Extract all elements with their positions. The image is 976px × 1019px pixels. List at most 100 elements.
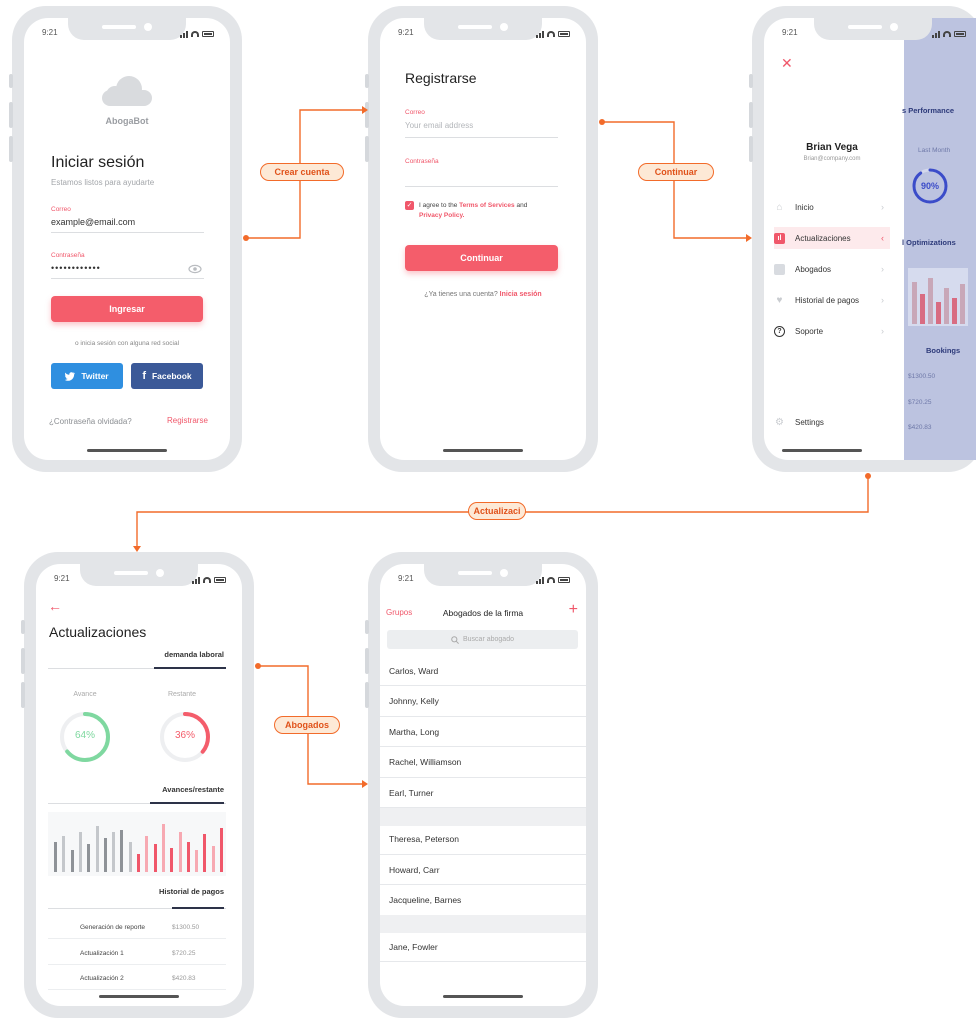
lawyer-name: Martha, Long — [389, 726, 440, 737]
register-link[interactable]: Registrarse — [167, 416, 208, 425]
search-placeholder: Buscar abogado — [463, 636, 514, 643]
chart-bar — [95, 826, 99, 872]
lawyer-row[interactable]: Johnny, Kelly — [380, 687, 586, 717]
flow-canvas: 9:21 AbogaBot Iniciar sesión Estamos lis… — [0, 0, 976, 1019]
chart-bar — [128, 842, 132, 872]
lawyer-row[interactable]: Theresa, Peterson — [380, 825, 586, 855]
menu-item-settings[interactable]: ⚙ Settings — [774, 411, 890, 433]
social-hint: o inicia sesión con alguna red social — [74, 340, 180, 347]
payment-row[interactable]: Actualización 2 $420.83 — [48, 966, 226, 990]
facebook-icon: f — [142, 370, 146, 382]
chart-bar — [62, 836, 66, 872]
menu-item-actualizaciones[interactable]: ıl Actualizaciones ‹ — [774, 227, 890, 249]
chart-bar — [78, 832, 82, 872]
overlay-performance: s Performance — [902, 106, 955, 115]
chart-icon: ıl — [774, 232, 785, 244]
email-field[interactable]: example@email.com — [51, 217, 135, 227]
terms-link[interactable]: Terms of Services — [459, 202, 515, 209]
menu-item-abogados[interactable]: Abogados › — [774, 258, 890, 280]
payment-name: Actualización 2 — [80, 975, 124, 982]
password-label: Contraseña — [405, 158, 439, 165]
search-input[interactable]: Buscar abogado — [387, 630, 578, 649]
tab-demanda[interactable]: demanda laboral — [164, 650, 224, 659]
battery-icon — [558, 577, 570, 583]
back-arrow-icon[interactable]: ← — [48, 598, 62, 614]
payment-amount: $720.25 — [172, 950, 196, 957]
home-indicator — [443, 449, 523, 452]
menu-item-label: Soporte — [795, 326, 824, 336]
tab-indicator — [154, 667, 226, 669]
add-icon[interactable]: + — [569, 602, 578, 618]
payment-row[interactable]: Actualización 1 $720.25 — [48, 941, 226, 965]
payment-name: Generación de reporte — [80, 924, 146, 931]
cloud-logo-icon — [102, 76, 152, 106]
terms-and: and — [516, 202, 528, 209]
tab-avances[interactable]: Avances/restante — [162, 785, 224, 794]
tab-historial[interactable]: Historial de pagos — [159, 887, 224, 896]
dashboard-overlay[interactable]: s Performance Last Month 90% l Optimizat… — [902, 18, 976, 460]
menu-item-historial[interactable]: ♥ Historial de pagos › — [774, 289, 890, 311]
lawyer-row[interactable]: Rachel, Williamson — [380, 748, 586, 778]
phone-register: 9:21 Registrarse Correo Your email addre… — [365, 6, 598, 472]
battery-icon — [558, 31, 570, 37]
overlay-amount: $1300.50 — [908, 373, 936, 380]
chart-bar — [161, 824, 165, 872]
avance-value: 64% — [74, 730, 95, 741]
signal-icon — [536, 576, 544, 584]
close-icon[interactable]: ✕ — [781, 56, 793, 70]
home-indicator — [782, 449, 862, 452]
chart-bar — [203, 834, 207, 872]
twitter-button[interactable]: Twitter — [51, 363, 123, 389]
lawyer-row[interactable]: Martha, Long — [380, 717, 586, 747]
home-indicator — [443, 995, 523, 998]
chart-bar — [170, 848, 174, 872]
battery-icon — [954, 31, 966, 37]
wifi-icon — [547, 31, 555, 37]
email-input[interactable]: Your email address — [405, 121, 473, 130]
overlay-ring-value: 90% — [920, 181, 939, 191]
login-button[interactable]: Ingresar — [51, 296, 203, 322]
facebook-label: Facebook — [151, 371, 192, 381]
lawyer-name: Carlos, Ward — [389, 665, 439, 676]
lawyer-name: Rachel, Williamson — [389, 757, 462, 767]
chevron-right-icon: › — [881, 326, 884, 336]
lawyer-row[interactable]: Jacqueline, Barnes — [380, 886, 586, 916]
menu-item-soporte[interactable]: ? Soporte › — [774, 320, 890, 342]
battery-icon — [202, 31, 214, 37]
restante-label: Restante — [167, 691, 197, 698]
tab-indicator — [172, 907, 224, 909]
facebook-button[interactable]: f Facebook — [131, 363, 203, 389]
payment-row[interactable]: Generación de reporte $1300.50 — [48, 915, 226, 939]
lawyer-name: Jacqueline, Barnes — [389, 895, 462, 905]
privacy-link[interactable]: Privacy Policy. — [419, 212, 464, 219]
login-link[interactable]: Inicia sesión — [500, 291, 542, 298]
chevron-right-icon: › — [881, 295, 884, 305]
lawyer-row[interactable]: Carlos, Ward — [380, 656, 586, 686]
user-email: Brian@company.com — [803, 156, 861, 162]
status-time: 9:21 — [398, 574, 414, 583]
status-bar: 9:21 — [398, 574, 570, 586]
password-field[interactable]: •••••••••••• — [51, 263, 101, 273]
lawyer-row[interactable]: Jane, Fowler — [380, 932, 586, 962]
avance-label: Avance — [73, 691, 97, 698]
chart-bar — [70, 850, 74, 872]
lawyer-row[interactable]: Earl, Turner — [380, 778, 586, 808]
terms-checkbox[interactable]: ✓ — [405, 201, 414, 210]
chart-bar — [112, 832, 116, 872]
twitter-label: Twitter — [81, 371, 109, 381]
menu-item-inicio[interactable]: ⌂ Inicio › — [774, 196, 890, 218]
updates-screen: 9:21 ← Actualizaciones demanda laboral A… — [36, 564, 242, 1006]
eye-icon[interactable] — [188, 264, 202, 274]
wifi-icon — [943, 31, 951, 37]
email-label: Correo — [51, 206, 71, 213]
register-screen: 9:21 Registrarse Correo Your email addre… — [380, 18, 586, 460]
menu-item-label: Settings — [795, 417, 824, 427]
chevron-right-icon: › — [881, 202, 884, 212]
overlay-amount: $420.83 — [908, 424, 932, 431]
page-title: Actualizaciones — [49, 624, 147, 640]
lawyer-row[interactable]: Howard, Carr — [380, 855, 586, 885]
forgot-password-link[interactable]: ¿Contraseña olvidada? — [49, 417, 132, 426]
continue-button[interactable]: Continuar — [405, 245, 558, 271]
twitter-icon — [65, 371, 76, 381]
status-time: 9:21 — [398, 28, 414, 37]
